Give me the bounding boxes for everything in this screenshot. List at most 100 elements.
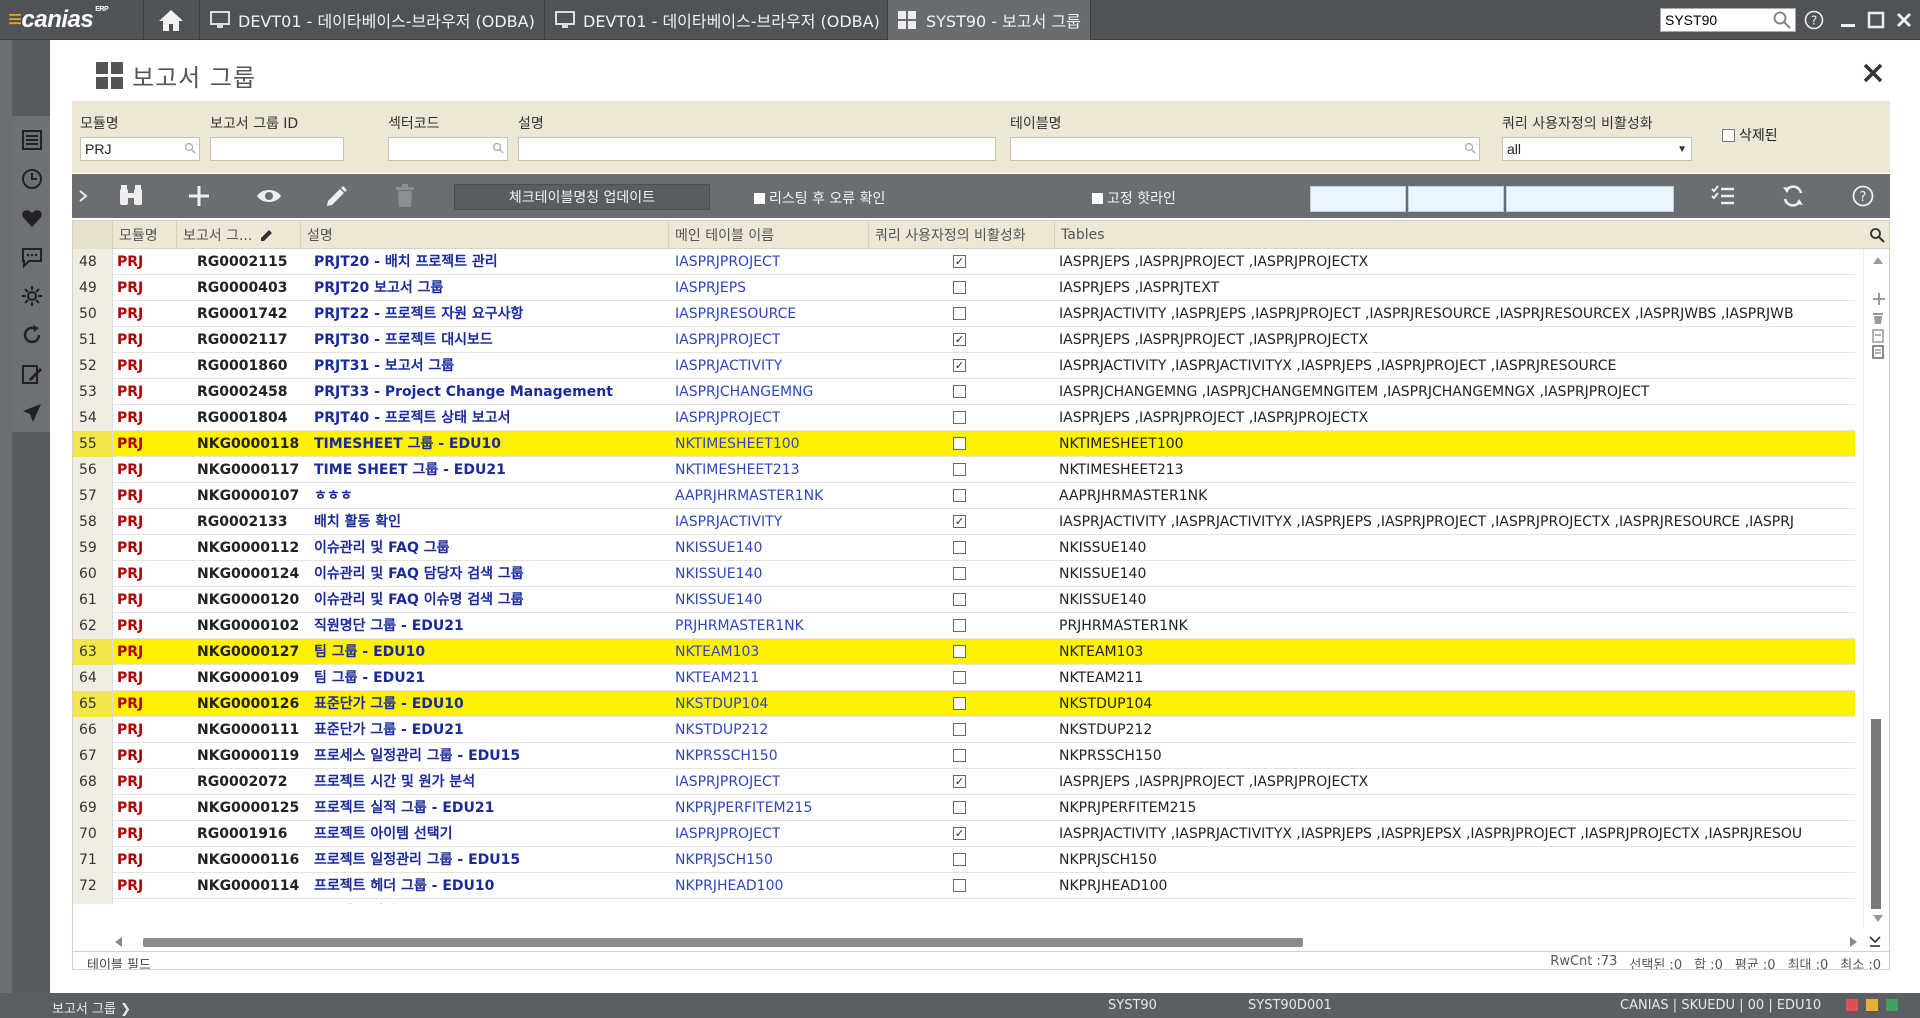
unchecked-icon[interactable] <box>953 593 966 606</box>
query-disable-checkbox[interactable] <box>953 743 967 769</box>
query-disable-checkbox[interactable]: ✓ <box>953 821 967 847</box>
query-disable-checkbox[interactable] <box>953 431 967 457</box>
unchecked-icon[interactable] <box>953 385 966 398</box>
sidebar-item-navigate[interactable] <box>16 393 48 432</box>
checkbox-box[interactable] <box>1092 192 1103 204</box>
col-main-table[interactable]: 메인 테이블 이름 <box>669 221 869 249</box>
table-row[interactable]: 60 PRJ NKG0000124 이슈관리 및 FAQ 담당자 검색 그룹 NKISS… <box>73 561 1855 587</box>
col-description[interactable]: 설명 <box>301 221 669 249</box>
sidebar-item-notes[interactable] <box>16 354 48 393</box>
view-button[interactable] <box>252 181 286 211</box>
checkbox-box[interactable] <box>1722 128 1735 142</box>
sidebar-item-messages[interactable] <box>16 237 48 276</box>
delete-button[interactable] <box>388 181 422 211</box>
query-disable-checkbox[interactable] <box>953 405 967 431</box>
query-disable-checkbox[interactable] <box>953 535 967 561</box>
table-row[interactable]: 48 PRJ RG0002115 PRJT20 - 배치 프로젝트 관리 IASPRJP… <box>73 249 1855 275</box>
close-form-button[interactable] <box>1862 62 1884 88</box>
table-name-field[interactable] <box>1010 137 1480 161</box>
query-disable-checkbox[interactable] <box>953 847 967 873</box>
unchecked-icon[interactable] <box>953 697 966 710</box>
sidebar-item-history[interactable] <box>16 159 48 198</box>
sidebar-item-refresh[interactable] <box>16 315 48 354</box>
fixed-hotline-checkbox[interactable]: 고정 핫라인 <box>1092 188 1176 208</box>
yellow-indicator-icon[interactable] <box>1866 999 1878 1011</box>
deleted-checkbox[interactable]: 삭제된 <box>1722 125 1778 145</box>
query-disable-checkbox[interactable] <box>953 561 967 587</box>
red-indicator-icon[interactable] <box>1846 999 1858 1011</box>
unchecked-icon[interactable] <box>953 671 966 684</box>
unchecked-icon[interactable] <box>953 801 966 814</box>
sidebar-item-settings[interactable] <box>16 276 48 315</box>
breadcrumb[interactable]: 보고서 그룹 ❯ <box>52 998 131 1017</box>
toolbar-field-2[interactable] <box>1408 186 1504 212</box>
unchecked-icon[interactable] <box>953 281 966 294</box>
query-disable-checkbox[interactable]: ✓ <box>953 509 967 535</box>
table-row[interactable]: 65 PRJ NKG0000126 표준단가 그룹 - EDU10 NKSTDUP104… <box>73 691 1855 717</box>
table-row[interactable]: 58 PRJ RG0002133 배치 활동 확인 IASPRJACTIVITY IASP… <box>73 509 1855 535</box>
table-row[interactable]: 55 PRJ NKG0000118 TIMESHEET 그룹 - EDU10 NKTIM… <box>73 431 1855 457</box>
query-disable-checkbox[interactable] <box>953 717 967 743</box>
global-search[interactable] <box>1660 8 1796 32</box>
table-row[interactable]: 53 PRJ RG0002458 PRJT33 - Project Change Ma… <box>73 379 1855 405</box>
toolbar-field-3[interactable] <box>1506 186 1674 212</box>
update-check-table-names-button[interactable]: 체크테이블명칭 업데이트 <box>454 184 710 210</box>
query-disable-checkbox[interactable] <box>953 483 967 509</box>
query-disable-checkbox[interactable] <box>953 691 967 717</box>
checked-icon[interactable]: ✓ <box>953 255 966 268</box>
unchecked-icon[interactable] <box>953 541 966 554</box>
checked-icon[interactable]: ✓ <box>953 359 966 372</box>
module-field[interactable]: PRJ <box>80 137 200 161</box>
grid-search-button[interactable] <box>1869 227 1885 247</box>
table-row[interactable]: 61 PRJ NKG0000120 이슈관리 및 FAQ 이슈명 검색 그룹 NKISS… <box>73 587 1855 613</box>
checked-icon[interactable]: ✓ <box>953 775 966 788</box>
query-disable-checkbox[interactable] <box>953 301 967 327</box>
unchecked-icon[interactable] <box>953 489 966 502</box>
unchecked-icon[interactable] <box>953 853 966 866</box>
horizontal-scroll-thumb[interactable] <box>143 938 1303 947</box>
tab-syst90[interactable]: SYST90 - 보고서 그룹 <box>888 0 1090 40</box>
checkbox-box[interactable] <box>754 192 765 204</box>
table-row[interactable]: 50 PRJ RG0001742 PRJT22 - 프로젝트 자원 요구사항 IASPR… <box>73 301 1855 327</box>
table-row[interactable]: 66 PRJ NKG0000111 표준단가 그룹 - EDU21 NKSTDUP212… <box>73 717 1855 743</box>
minimize-button[interactable] <box>1836 8 1860 32</box>
unchecked-icon[interactable] <box>953 645 966 658</box>
query-disable-checkbox[interactable] <box>953 275 967 301</box>
table-row[interactable]: 64 PRJ NKG0000109 팀 그룹 - EDU21 NKTEAM211 NKTE… <box>73 665 1855 691</box>
unchecked-icon[interactable] <box>953 749 966 762</box>
query-disable-select[interactable]: all ▼ <box>1502 137 1692 161</box>
query-disable-checkbox[interactable] <box>953 665 967 691</box>
col-group-id[interactable]: 보고서 그... <box>177 221 301 249</box>
tab-devt01-2[interactable]: DEVT01 - 데이타베이스-브라우저 (ODBA) <box>545 0 887 40</box>
tab-devt01-1[interactable]: DEVT01 - 데이타베이스-브라우저 (ODBA) <box>200 0 544 40</box>
checked-icon[interactable]: ✓ <box>953 333 966 346</box>
query-disable-checkbox[interactable]: ✓ <box>953 353 967 379</box>
edit-button[interactable] <box>320 181 354 211</box>
table-row[interactable]: 56 PRJ NKG0000117 TIME SHEET 그룹 - EDU21 NKTI… <box>73 457 1855 483</box>
table-row[interactable]: 59 PRJ NKG0000112 이슈관리 및 FAQ 그룹 NKISSUE140 NK… <box>73 535 1855 561</box>
unchecked-icon[interactable] <box>953 463 966 476</box>
query-disable-checkbox[interactable] <box>953 613 967 639</box>
expand-button[interactable] <box>72 181 94 211</box>
unchecked-icon[interactable] <box>953 723 966 736</box>
maximize-button[interactable] <box>1864 8 1888 32</box>
vertical-scroll-thumb[interactable] <box>1871 719 1881 909</box>
query-disable-checkbox[interactable] <box>953 587 967 613</box>
table-row[interactable]: 62 PRJ NKG0000102 직원명단 그룹 - EDU21 PRJHRMASTE… <box>73 613 1855 639</box>
query-disable-checkbox[interactable]: ✓ <box>953 327 967 353</box>
query-disable-checkbox[interactable] <box>953 899 967 904</box>
query-disable-checkbox[interactable]: ✓ <box>953 249 967 275</box>
table-row[interactable]: 49 PRJ RG0000403 PRJT20 보고서 그룹 IASPRJEPS IASP… <box>73 275 1855 301</box>
table-row[interactable]: 51 PRJ RG0002117 PRJT30 - 프로젝트 대시보드 IASPRJPR… <box>73 327 1855 353</box>
table-row[interactable]: 71 PRJ NKG0000116 프로젝트 일정관리 그룹 - EDU15 NKPRJ… <box>73 847 1855 873</box>
table-row[interactable]: 57 PRJ NKG0000107 ㅎㅎㅎ AAPRJHRMASTER1NK AAPRJH… <box>73 483 1855 509</box>
checklist-button[interactable] <box>1706 181 1740 211</box>
query-disable-checkbox[interactable] <box>953 795 967 821</box>
table-row[interactable]: 72 PRJ NKG0000114 프로젝트 헤더 그룹 - EDU10 NKPRJHE… <box>73 873 1855 899</box>
col-query-disable[interactable]: 쿼리 사용자정의 비활성화 <box>869 221 1055 249</box>
table-row[interactable]: 54 PRJ RG0001804 PRJT40 - 프로젝트 상태 보고서 IASPRJ… <box>73 405 1855 431</box>
green-indicator-icon[interactable] <box>1886 999 1898 1011</box>
unchecked-icon[interactable] <box>953 567 966 580</box>
unchecked-icon[interactable] <box>953 619 966 632</box>
table-row[interactable]: 63 PRJ NKG0000127 팀 그룹 - EDU10 NKTEAM103 NKTE… <box>73 639 1855 665</box>
